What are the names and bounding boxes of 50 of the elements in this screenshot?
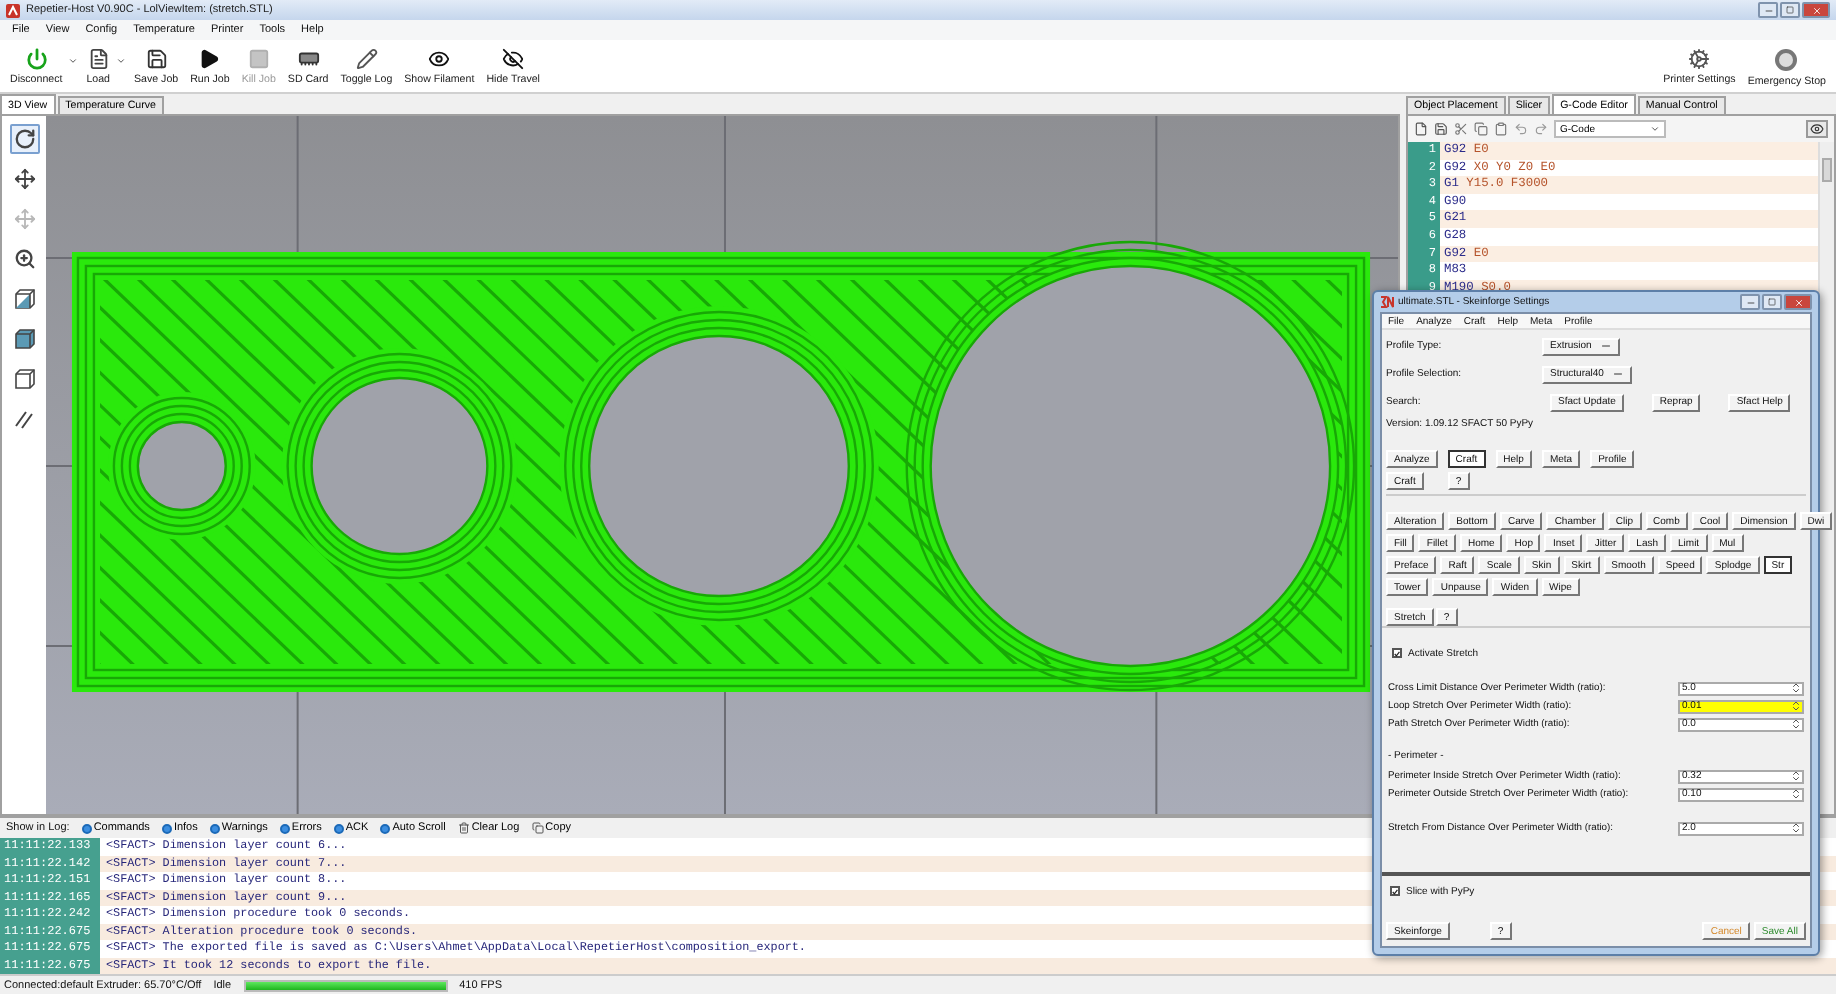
parallel-lines-icon bbox=[14, 409, 34, 429]
view-tool-button[interactable] bbox=[9, 164, 39, 194]
view-tool-button[interactable] bbox=[9, 324, 39, 354]
document-icon bbox=[87, 48, 110, 70]
close-button[interactable] bbox=[1802, 2, 1830, 18]
minimize-icon bbox=[1763, 5, 1773, 15]
eye-icon bbox=[1810, 122, 1824, 136]
checkbox[interactable] bbox=[1390, 886, 1400, 896]
dash-icon bbox=[1599, 340, 1612, 352]
eye-toggle-button[interactable] bbox=[1806, 120, 1828, 138]
eye-slash-icon bbox=[502, 48, 525, 70]
move-icon bbox=[13, 168, 35, 190]
checkbox[interactable] bbox=[1392, 648, 1402, 658]
copy-icon bbox=[531, 822, 544, 834]
app-logo-icon bbox=[1380, 296, 1394, 308]
copy-icon bbox=[1474, 122, 1488, 136]
maximize-button[interactable] bbox=[1762, 294, 1782, 310]
trash-icon bbox=[457, 822, 470, 834]
caret-icon bbox=[68, 55, 79, 65]
play-icon bbox=[198, 48, 221, 70]
power-icon bbox=[25, 48, 48, 70]
gears-icon bbox=[1688, 48, 1711, 70]
minimize-button[interactable] bbox=[1740, 294, 1760, 310]
move-icon bbox=[13, 208, 35, 230]
dash-icon bbox=[1611, 368, 1624, 380]
minimize-icon bbox=[1745, 297, 1755, 307]
pencil-icon bbox=[355, 48, 378, 70]
caret-icon bbox=[1650, 124, 1660, 134]
view-tool-button[interactable] bbox=[9, 284, 39, 314]
maximize-icon bbox=[1768, 298, 1776, 306]
view-tool-button[interactable] bbox=[9, 364, 39, 394]
cube-icon bbox=[13, 328, 35, 350]
caret-icon bbox=[116, 55, 126, 65]
rotate-icon bbox=[13, 128, 35, 150]
eye-icon bbox=[428, 48, 451, 70]
redo-icon bbox=[1534, 122, 1548, 136]
maximize-icon bbox=[1786, 6, 1794, 14]
close-button[interactable] bbox=[1784, 294, 1812, 310]
paste-icon bbox=[1494, 122, 1508, 136]
cube-icon bbox=[13, 368, 35, 390]
stop-icon bbox=[1774, 47, 1799, 71]
minimize-button[interactable] bbox=[1758, 2, 1778, 18]
cube-icon bbox=[13, 288, 35, 310]
cut-icon bbox=[1454, 122, 1468, 136]
zoom-icon bbox=[13, 248, 35, 270]
view-tool-button[interactable] bbox=[9, 124, 39, 154]
maximize-button[interactable] bbox=[1780, 2, 1800, 18]
undo-icon bbox=[1514, 122, 1528, 136]
new-file-icon bbox=[1414, 122, 1428, 136]
square-icon bbox=[247, 48, 270, 70]
